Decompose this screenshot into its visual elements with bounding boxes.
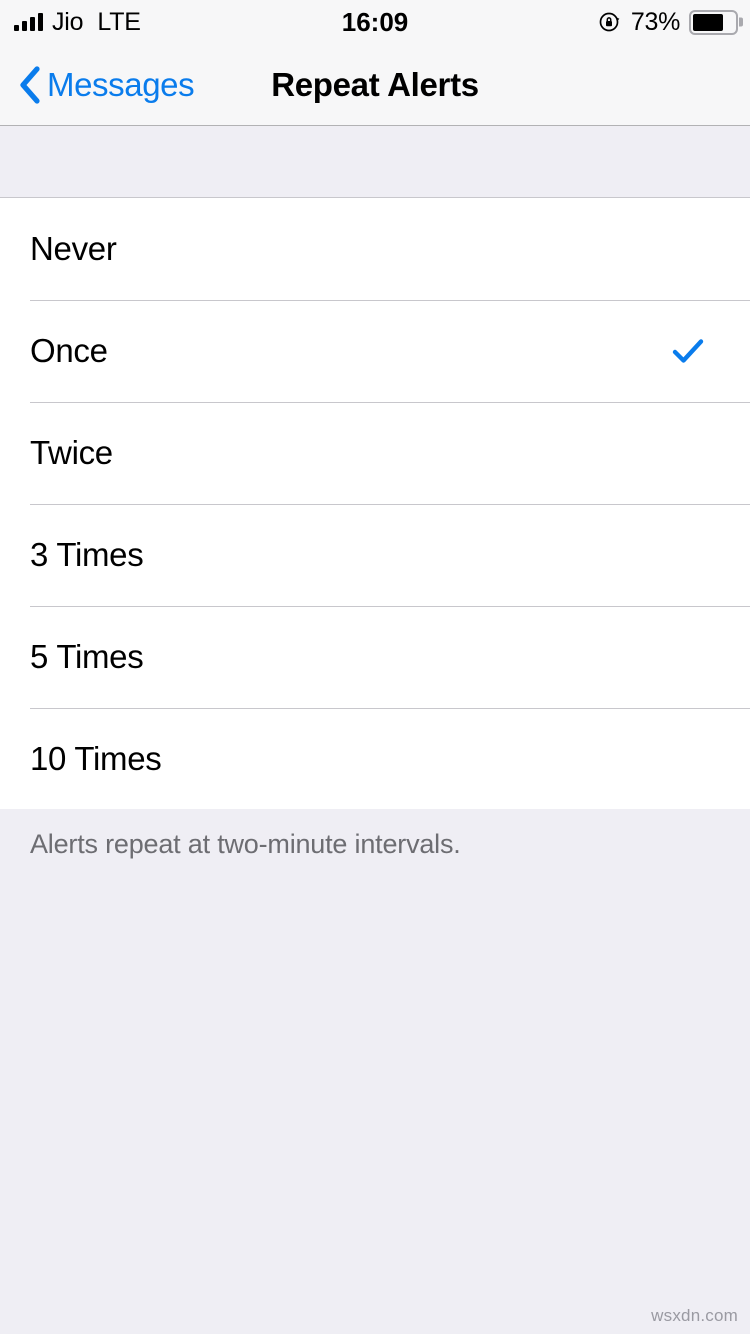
list-item-label: 3 Times [30, 536, 144, 573]
section-footer-note: Alerts repeat at two-minute intervals. [0, 809, 750, 860]
status-bar-right: 73% [598, 0, 743, 44]
list-item[interactable]: 5 Times [0, 606, 750, 708]
back-button-label: Messages [47, 65, 195, 103]
status-bar: Jio LTE 16:09 73% [0, 0, 750, 44]
list-item[interactable]: Once [0, 300, 750, 402]
list-item-label: 5 Times [30, 638, 144, 675]
back-button[interactable]: Messages [16, 44, 195, 125]
phone-screen: Jio LTE 16:09 73% Repeat Alerts Messages… [0, 0, 750, 1334]
list-item-label: 10 Times [30, 740, 162, 777]
list-item[interactable]: Never [0, 198, 750, 300]
rotation-lock-icon [598, 10, 622, 34]
section-spacer [0, 127, 750, 198]
battery-percentage-label: 73% [630, 7, 680, 36]
list-item[interactable]: 3 Times [0, 504, 750, 606]
list-item-label: Once [30, 332, 108, 369]
repeat-alerts-options-list: Never Once Twice 3 Times 5 Times 10 Times [0, 198, 750, 811]
list-item-label: Twice [30, 434, 113, 471]
watermark-label: wsxdn.com [651, 1306, 738, 1325]
navigation-bar: Repeat Alerts Messages [0, 44, 750, 126]
chevron-left-icon [16, 63, 42, 107]
list-item[interactable]: 10 Times [0, 708, 750, 810]
battery-icon [689, 9, 743, 35]
checkmark-icon [670, 333, 720, 369]
list-item[interactable]: Twice [0, 402, 750, 504]
list-item-label: Never [30, 230, 117, 267]
